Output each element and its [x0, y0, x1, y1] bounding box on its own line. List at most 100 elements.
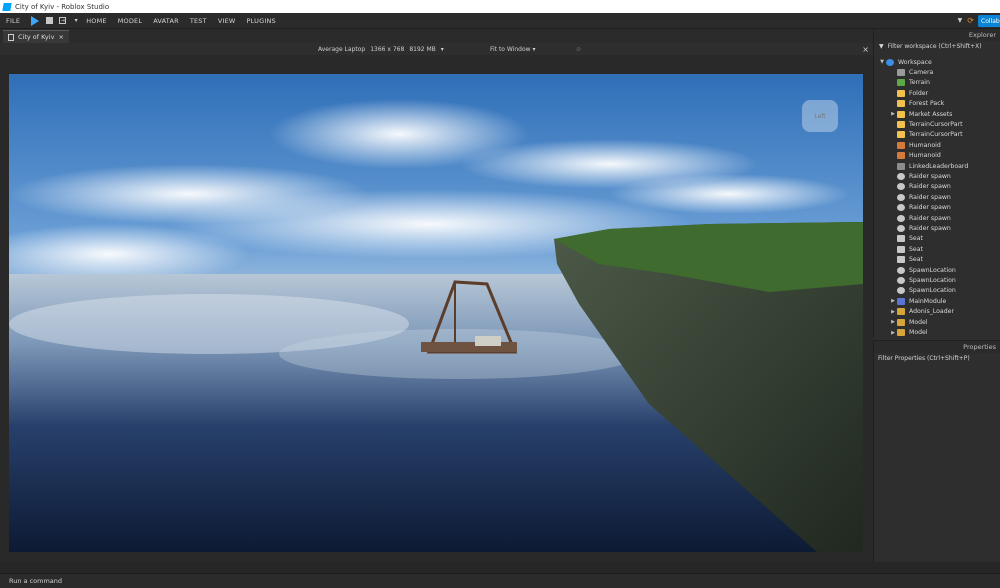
gear-icon: [897, 183, 905, 191]
explorer-item-label: Humanoid: [909, 141, 941, 149]
3d-viewport[interactable]: [9, 74, 863, 552]
explorer-item[interactable]: Terrain: [889, 78, 930, 88]
more-tools-button[interactable]: ▾: [72, 17, 80, 25]
expand-arrow-icon[interactable]: ▼: [878, 59, 886, 65]
document-icon: [8, 33, 14, 41]
explorer-item[interactable]: SpawnLocation: [889, 275, 956, 285]
view-cube-label: Left: [814, 112, 826, 120]
close-emulation-icon[interactable]: ×: [862, 45, 869, 54]
folder-icon: [897, 121, 905, 129]
model-icon: [897, 318, 905, 326]
gear-icon: [897, 287, 905, 295]
humanoid-icon: [897, 152, 905, 160]
gear-icon: [897, 173, 905, 181]
stop-button[interactable]: [45, 17, 53, 25]
explorer-item[interactable]: LinkedLeaderboard: [889, 161, 968, 171]
rotate-device-icon[interactable]: ⊘: [576, 46, 581, 53]
explorer-item[interactable]: Seat: [889, 244, 923, 254]
explorer-item[interactable]: Raider spawn: [889, 182, 951, 192]
seat-icon: [897, 235, 905, 243]
document-tab-bar: City of Kyiv ×: [0, 29, 873, 43]
explorer-item[interactable]: ▼ Workspace: [878, 57, 932, 67]
seat-icon: [897, 245, 905, 253]
model-icon: [897, 308, 905, 316]
menu-model[interactable]: MODEL: [118, 17, 142, 25]
tab-city-of-kyiv[interactable]: City of Kyiv ×: [3, 30, 69, 43]
explorer-item-label: Seat: [909, 235, 923, 243]
script-icon: [897, 162, 905, 170]
explorer-filter[interactable]: ▼ Filter workspace (Ctrl+Shift+X): [874, 41, 1000, 52]
play-button[interactable]: [31, 15, 40, 26]
explorer-item[interactable]: Camera: [889, 67, 933, 77]
folder-icon: [897, 100, 905, 108]
menu-test[interactable]: TEST: [190, 17, 207, 25]
explorer-item[interactable]: Raider spawn: [889, 171, 951, 181]
menu-bar: FILE ⇥ ▾ HOME MODEL AVATAR TEST VIEW PLU…: [0, 13, 1000, 29]
status-strip: [0, 562, 1000, 573]
explorer-item-label: Forest Pack: [909, 100, 945, 108]
explorer-item-label: Adonis_Loader: [909, 308, 954, 316]
file-menu[interactable]: FILE: [6, 17, 20, 25]
explorer-item[interactable]: ▶ MainModule: [889, 296, 946, 306]
explorer-item[interactable]: ▶ Market Assets: [889, 109, 952, 119]
chevron-down-icon[interactable]: ▼: [958, 17, 963, 24]
menu-home[interactable]: HOME: [86, 17, 107, 25]
gear-icon: [897, 225, 905, 233]
folder-icon: [897, 110, 905, 118]
expand-arrow-icon[interactable]: ▶: [889, 330, 897, 336]
explorer-item[interactable]: Humanoid: [889, 140, 941, 150]
collaborate-button[interactable]: Collab: [978, 15, 1000, 27]
terrain-icon: [897, 79, 905, 87]
explorer-item-label: Folder: [909, 89, 929, 97]
explorer-item[interactable]: TerrainCursorPart: [889, 130, 963, 140]
fit-to-window-select[interactable]: Fit to Window ▾: [490, 46, 535, 53]
explorer-item[interactable]: SpawnLocation: [889, 286, 956, 296]
explorer-item[interactable]: Humanoid: [889, 151, 941, 161]
expand-arrow-icon[interactable]: ▶: [889, 309, 897, 315]
scene-render: [9, 74, 863, 552]
device-selector[interactable]: Average Laptop 1366 x 768 8192 MB ▾: [318, 46, 444, 53]
explorer-item[interactable]: ▶ Model: [889, 327, 928, 337]
explorer-item[interactable]: ▶ Model: [889, 317, 928, 327]
view-cube[interactable]: Left: [802, 100, 838, 132]
explorer-item[interactable]: Folder: [889, 88, 928, 98]
menu-avatar[interactable]: AVATAR: [153, 17, 179, 25]
explorer-item[interactable]: SpawnLocation: [889, 265, 956, 275]
explorer-item[interactable]: Seat: [889, 255, 923, 265]
expand-arrow-icon[interactable]: ▶: [889, 298, 897, 304]
menu-view[interactable]: VIEW: [218, 17, 236, 25]
explorer-item[interactable]: ▶ Adonis_Loader: [889, 307, 954, 317]
command-input[interactable]: Run a command: [9, 577, 62, 585]
explorer-item[interactable]: Raider spawn: [889, 192, 951, 202]
device-resolution: 1366 x 768: [370, 45, 405, 53]
explorer-item[interactable]: Raider spawn: [889, 213, 951, 223]
properties-filter-input[interactable]: Filter Properties (Ctrl+Shift+P): [874, 353, 1000, 364]
device-emulation-bar: Average Laptop 1366 x 768 8192 MB ▾ Fit …: [0, 43, 873, 55]
explorer-item-label: Raider spawn: [909, 193, 951, 201]
gear-icon: [897, 266, 905, 274]
folder-icon: [897, 89, 905, 97]
explorer-item-label: SpawnLocation: [909, 266, 956, 274]
explorer-item[interactable]: Forest Pack: [889, 99, 944, 109]
humanoid-icon: [897, 141, 905, 149]
explorer-item-label: Raider spawn: [909, 173, 951, 181]
explorer-filter-input[interactable]: Filter workspace (Ctrl+Shift+X): [888, 43, 982, 50]
gear-icon: [897, 204, 905, 212]
explorer-item-label: Humanoid: [909, 152, 941, 160]
notification-icon[interactable]: ⟳: [967, 16, 974, 25]
exit-button[interactable]: ⇥: [59, 17, 67, 24]
expand-arrow-icon[interactable]: ▶: [889, 111, 897, 117]
explorer-item[interactable]: Raider spawn: [889, 203, 951, 213]
command-bar[interactable]: Run a command: [0, 573, 1000, 588]
stop-icon: [45, 17, 53, 24]
explorer-item-label: SpawnLocation: [909, 277, 956, 285]
explorer-title: Explorer: [874, 29, 1000, 41]
menu-plugins[interactable]: PLUGINS: [247, 17, 276, 25]
filter-icon: ▼: [879, 43, 884, 50]
explorer-item[interactable]: Seat: [889, 234, 923, 244]
gear-icon: [897, 214, 905, 222]
explorer-item[interactable]: TerrainCursorPart: [889, 119, 963, 129]
explorer-item[interactable]: Raider spawn: [889, 223, 951, 233]
tab-close-icon[interactable]: ×: [58, 33, 63, 41]
expand-arrow-icon[interactable]: ▶: [889, 319, 897, 325]
